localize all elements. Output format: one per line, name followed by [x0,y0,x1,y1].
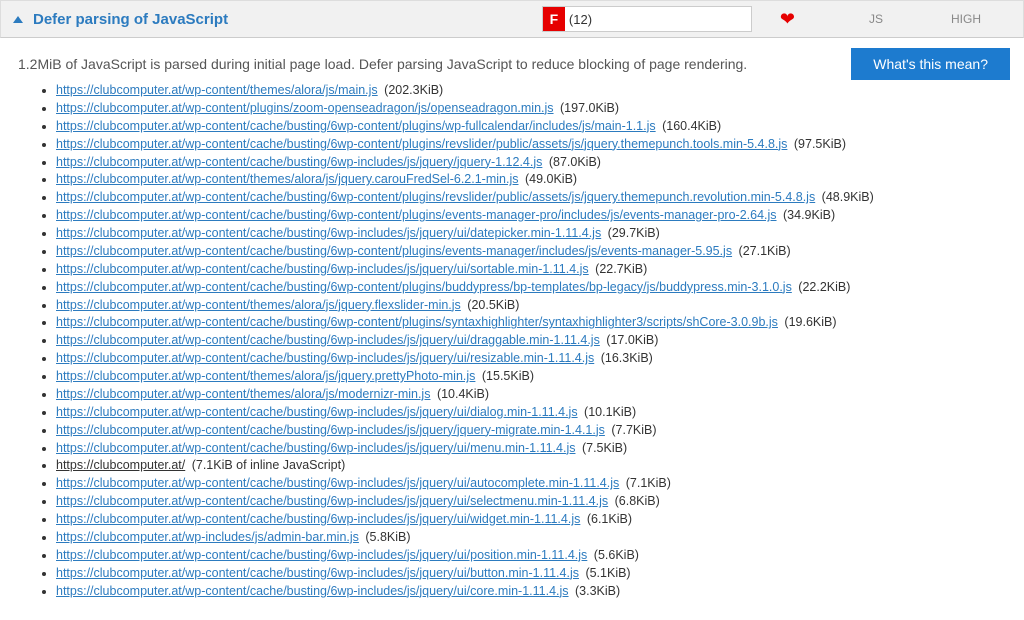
script-size: (7.1KiB) [622,476,671,490]
list-item: https://clubcomputer.at/wp-content/plugi… [56,100,1006,117]
script-link[interactable]: https://clubcomputer.at/wp-content/theme… [56,387,430,401]
script-size: (16.3KiB) [597,351,653,365]
list-item: https://clubcomputer.at/wp-content/cache… [56,314,1006,331]
script-size: (5.6KiB) [590,548,639,562]
rule-body: What's this mean? 1.2MiB of JavaScript i… [0,38,1024,620]
script-size: (97.5KiB) [790,137,846,151]
script-size: (5.8KiB) [362,530,411,544]
script-link[interactable]: https://clubcomputer.at/wp-content/theme… [56,369,475,383]
script-size: (10.4KiB) [433,387,489,401]
rule-type: JS [831,12,921,26]
script-link[interactable]: https://clubcomputer.at/wp-content/cache… [56,512,580,526]
script-size: (20.5KiB) [464,298,520,312]
heart-icon[interactable]: ❤ [780,9,795,30]
grade-letter: F [543,7,565,31]
list-item: https://clubcomputer.at/ (7.1KiB of inli… [56,457,1006,474]
list-item: https://clubcomputer.at/wp-content/theme… [56,386,1006,403]
script-link[interactable]: https://clubcomputer.at/wp-content/cache… [56,244,732,258]
script-link[interactable]: https://clubcomputer.at/wp-content/cache… [56,190,815,204]
script-size: (29.7KiB) [604,226,660,240]
list-item: https://clubcomputer.at/wp-content/cache… [56,547,1006,564]
script-list: https://clubcomputer.at/wp-content/theme… [56,82,1006,599]
script-size: (15.5KiB) [478,369,534,383]
script-link[interactable]: https://clubcomputer.at/wp-content/theme… [56,172,518,186]
script-size: (5.1KiB) [582,566,631,580]
list-item: https://clubcomputer.at/wp-content/theme… [56,82,1006,99]
script-link[interactable]: https://clubcomputer.at/wp-content/cache… [56,155,542,169]
list-item: https://clubcomputer.at/wp-content/theme… [56,368,1006,385]
script-size: (202.3KiB) [381,83,444,97]
list-item: https://clubcomputer.at/wp-content/cache… [56,136,1006,153]
script-size: (160.4KiB) [659,119,722,133]
script-size: (197.0KiB) [557,101,620,115]
script-size: (34.9KiB) [780,208,836,222]
list-item: https://clubcomputer.at/wp-content/cache… [56,422,1006,439]
script-link[interactable]: https://clubcomputer.at/wp-content/cache… [56,226,601,240]
list-item: https://clubcomputer.at/wp-content/cache… [56,189,1006,206]
script-size: (7.7KiB) [608,423,657,437]
list-item: https://clubcomputer.at/wp-content/cache… [56,261,1006,278]
rule-header[interactable]: Defer parsing of JavaScript F (12) ❤ JS … [0,0,1024,38]
script-size: (49.0KiB) [521,172,577,186]
script-size: (6.1KiB) [583,512,632,526]
grade-box: F (12) [542,6,752,32]
list-item: https://clubcomputer.at/wp-content/cache… [56,350,1006,367]
script-size: (10.1KiB) [581,405,637,419]
script-size: (27.1KiB) [735,244,791,258]
script-link[interactable]: https://clubcomputer.at/wp-content/plugi… [56,101,554,115]
list-item: https://clubcomputer.at/wp-content/cache… [56,207,1006,224]
list-item: https://clubcomputer.at/wp-content/cache… [56,332,1006,349]
list-item: https://clubcomputer.at/wp-content/cache… [56,225,1006,242]
list-item: https://clubcomputer.at/wp-content/cache… [56,475,1006,492]
list-item: https://clubcomputer.at/wp-content/cache… [56,583,1006,600]
list-item: https://clubcomputer.at/wp-content/cache… [56,404,1006,421]
script-link[interactable]: https://clubcomputer.at/wp-content/cache… [56,262,589,276]
script-size: (3.3KiB) [572,584,621,598]
list-item: https://clubcomputer.at/wp-includes/js/a… [56,529,1006,546]
list-item: https://clubcomputer.at/wp-content/cache… [56,279,1006,296]
script-size: (7.5KiB) [578,441,627,455]
script-size: (22.2KiB) [795,280,851,294]
script-size: (6.8KiB) [611,494,660,508]
list-item: https://clubcomputer.at/wp-content/theme… [56,171,1006,188]
script-link[interactable]: https://clubcomputer.at/wp-content/cache… [56,476,619,490]
rule-title: Defer parsing of JavaScript [33,11,228,28]
list-item: https://clubcomputer.at/wp-content/cache… [56,243,1006,260]
script-link[interactable]: https://clubcomputer.at/wp-content/cache… [56,208,777,222]
script-link[interactable]: https://clubcomputer.at/wp-content/theme… [56,298,461,312]
list-item: https://clubcomputer.at/wp-content/cache… [56,154,1006,171]
script-link[interactable]: https://clubcomputer.at/wp-content/cache… [56,119,656,133]
list-item: https://clubcomputer.at/wp-content/cache… [56,511,1006,528]
script-link[interactable]: https://clubcomputer.at/wp-content/cache… [56,333,600,347]
script-size: (48.9KiB) [818,190,874,204]
list-item: https://clubcomputer.at/wp-content/theme… [56,297,1006,314]
grade-count: (12) [565,12,592,27]
script-link[interactable]: https://clubcomputer.at/ [56,458,185,472]
whats-this-button[interactable]: What's this mean? [851,48,1010,80]
script-size: (87.0KiB) [545,155,601,169]
list-item: https://clubcomputer.at/wp-content/cache… [56,493,1006,510]
script-size: (7.1KiB of inline JavaScript) [188,458,345,472]
script-link[interactable]: https://clubcomputer.at/wp-content/theme… [56,83,378,97]
collapse-up-icon [13,16,23,23]
script-size: (17.0KiB) [603,333,659,347]
script-link[interactable]: https://clubcomputer.at/wp-includes/js/a… [56,530,359,544]
list-item: https://clubcomputer.at/wp-content/cache… [56,565,1006,582]
script-link[interactable]: https://clubcomputer.at/wp-content/cache… [56,494,608,508]
script-link[interactable]: https://clubcomputer.at/wp-content/cache… [56,548,587,562]
script-link[interactable]: https://clubcomputer.at/wp-content/cache… [56,280,792,294]
script-link[interactable]: https://clubcomputer.at/wp-content/cache… [56,405,578,419]
script-link[interactable]: https://clubcomputer.at/wp-content/cache… [56,584,569,598]
rule-priority: HIGH [921,12,1011,26]
script-link[interactable]: https://clubcomputer.at/wp-content/cache… [56,423,605,437]
script-link[interactable]: https://clubcomputer.at/wp-content/cache… [56,315,778,329]
list-item: https://clubcomputer.at/wp-content/cache… [56,118,1006,135]
script-size: (22.7KiB) [592,262,648,276]
script-link[interactable]: https://clubcomputer.at/wp-content/cache… [56,566,579,580]
script-link[interactable]: https://clubcomputer.at/wp-content/cache… [56,137,787,151]
script-size: (19.6KiB) [781,315,837,329]
script-link[interactable]: https://clubcomputer.at/wp-content/cache… [56,441,575,455]
script-link[interactable]: https://clubcomputer.at/wp-content/cache… [56,351,594,365]
list-item: https://clubcomputer.at/wp-content/cache… [56,440,1006,457]
